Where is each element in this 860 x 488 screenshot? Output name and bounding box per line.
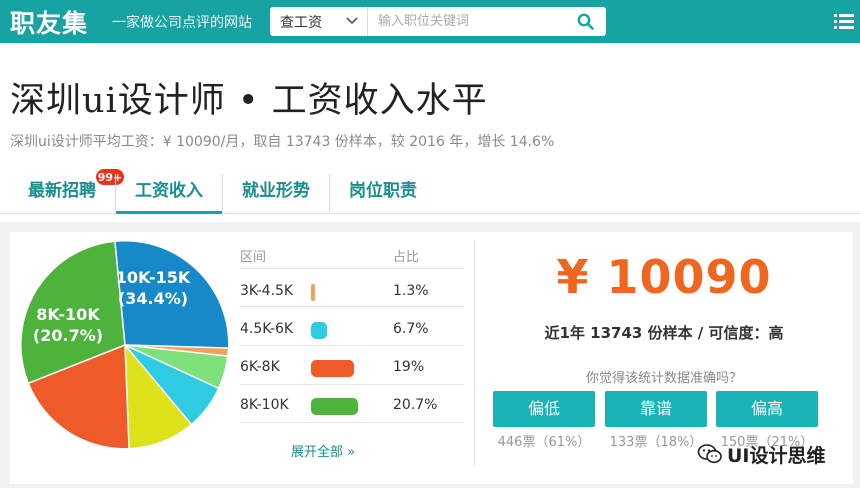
wechat-icon: [697, 444, 722, 464]
watermark: UI设计思维: [697, 440, 826, 468]
tab-label: 岗位职责: [349, 181, 417, 201]
table-row-percent: 20.7%: [393, 397, 438, 413]
pie-label-10k-15k-range: 10K-15K: [116, 268, 191, 287]
chevron-down-icon: [346, 17, 358, 25]
page-title: 深圳ui设计师 • 工资收入水平: [10, 81, 488, 121]
search-icon[interactable]: [577, 13, 594, 30]
search-type-dropdown[interactable]: 查工资: [270, 7, 368, 36]
site-logo[interactable]: 职友集: [10, 4, 88, 40]
vote-accurate-button[interactable]: 靠谱: [605, 391, 707, 427]
table-row-percent: 6.7%: [393, 321, 429, 337]
pie-label-10k-15k-pct: (34.4%): [118, 289, 188, 308]
table-row-range: 4.5K-6K: [240, 321, 294, 337]
pie-label-8k-10k-range: 8K-10K: [36, 305, 100, 324]
expand-all-link[interactable]: 展开全部 »: [291, 441, 355, 460]
search-type-label: 查工资: [280, 15, 322, 31]
vote-accurate-count: 133票（18%）: [609, 435, 703, 450]
table-row-range: 6K-8K: [240, 359, 280, 375]
table-row-bar: [311, 398, 358, 415]
tab-employment[interactable]: 就业形势: [223, 174, 329, 214]
tab-duties[interactable]: 岗位职责: [330, 174, 436, 214]
watermark-text: UI设计思维: [727, 444, 826, 467]
table-row-range: 3K-4.5K: [240, 283, 294, 299]
table-header-percent: 占比: [393, 250, 420, 265]
tab-label: 最新招聘: [28, 181, 96, 201]
average-salary: ¥ 10090: [556, 250, 772, 304]
menu-icon[interactable]: [834, 13, 854, 30]
vote-low-count: 446票（61%）: [497, 435, 591, 450]
tab-salary[interactable]: 工资收入: [116, 174, 222, 214]
table-header-range: 区间: [240, 250, 267, 265]
vote-high-button[interactable]: 偏高: [716, 391, 818, 427]
table-row-range: 8K-10K: [240, 397, 289, 413]
table-row-bar: [311, 360, 354, 377]
page-subtitle: 深圳ui设计师平均工资：¥ 10090/月，取自 13743 份样本，较 201…: [10, 134, 555, 150]
tab-label: 工资收入: [135, 181, 203, 201]
tab-bar: 最新招聘 99+ 工资收入 就业形势 岗位职责: [0, 168, 860, 214]
table-divider: [240, 306, 464, 307]
table-row-bar: [311, 322, 327, 339]
sample-info: 近1年 13743 份样本 / 可信度：高: [544, 324, 784, 342]
accuracy-question: 你觉得该统计数据准确吗？: [585, 371, 742, 386]
search-input[interactable]: [370, 8, 570, 35]
table-row-percent: 1.3%: [393, 283, 429, 299]
top-header: 职友集 一家做公司点评的网站 查工资: [0, 0, 860, 43]
table-divider: [240, 384, 464, 385]
tab-label: 就业形势: [242, 181, 310, 201]
table-row-percent: 19%: [393, 359, 425, 375]
table-divider: [240, 268, 464, 269]
search-bar: 查工资: [270, 7, 606, 36]
salary-pie-chart: 10K-15K (34.4%) 8K-10K (20.7%): [21, 241, 229, 449]
pie-label-8k-10k-pct: (20.7%): [33, 326, 103, 345]
table-row-bar: [311, 284, 315, 301]
site-slogan: 一家做公司点评的网站: [112, 15, 252, 31]
table-divider: [240, 345, 464, 346]
vote-low-button[interactable]: 偏低: [493, 391, 595, 427]
table-divider: [240, 422, 464, 423]
